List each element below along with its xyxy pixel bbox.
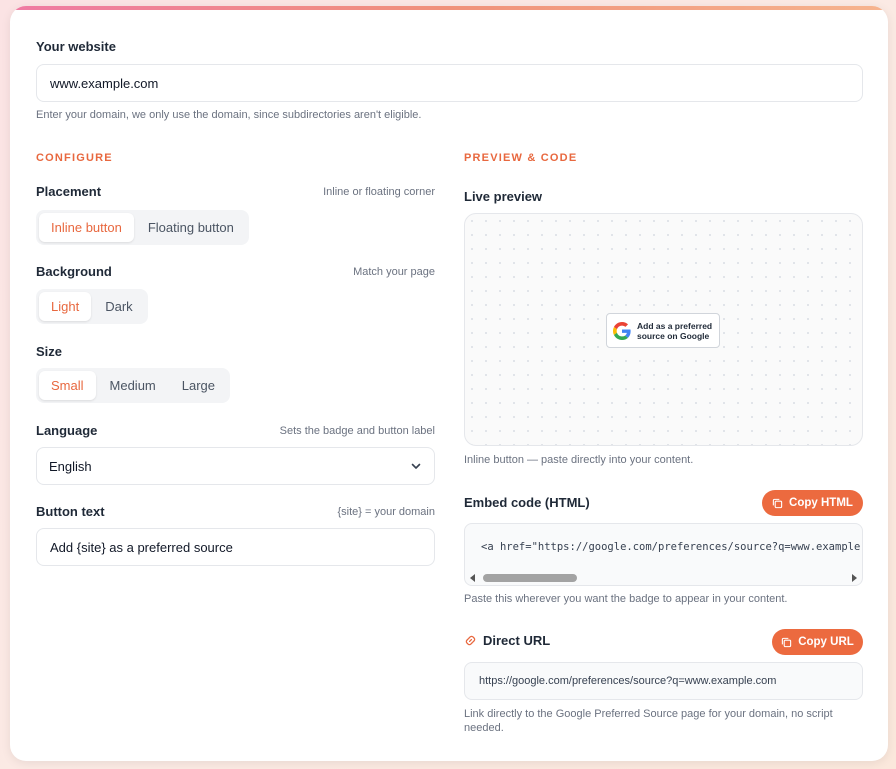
link-icon [464, 634, 477, 647]
copy-icon [781, 637, 792, 648]
badge-line-2: source on Google [637, 330, 710, 341]
copy-html-label: Copy HTML [789, 497, 853, 509]
background-light-button[interactable]: Light [39, 292, 92, 321]
website-input-value: www.example.com [50, 75, 159, 91]
button-text-header: Button text {site} = your domain [36, 504, 435, 519]
copy-url-label: Copy URL [798, 636, 854, 648]
button-text-input-value: Add {site} as a preferred source [50, 539, 233, 555]
embed-code-text: <a href="https://google.com/preferences/… [481, 541, 863, 553]
background-header: Background Match your page [36, 264, 435, 279]
chevron-down-icon [410, 460, 422, 472]
language-hint: Sets the badge and button label [279, 424, 435, 437]
direct-url-field[interactable]: https://google.com/preferences/source?q=… [464, 662, 863, 700]
direct-url-hint-line-1: Link directly to the Google Preferred So… [464, 708, 833, 720]
copy-icon [772, 498, 783, 509]
background-label: Background [36, 264, 112, 279]
direct-url-label: Direct URL [483, 633, 551, 648]
language-header: Language Sets the badge and button label [36, 423, 435, 438]
copy-html-button[interactable]: Copy HTML [762, 490, 863, 516]
placement-floating-button[interactable]: Floating button [136, 213, 246, 242]
embed-code-scrollbar[interactable] [465, 571, 862, 585]
size-segmented-control: Small Medium Large [36, 368, 231, 403]
direct-url-hint: Link directly to the Google Preferred So… [464, 707, 833, 735]
placement-inline-button[interactable]: Inline button [39, 213, 134, 242]
embed-code-box[interactable]: <a href="https://google.com/preferences/… [464, 523, 863, 586]
embed-code-label: Embed code (HTML) [464, 495, 590, 510]
website-label: Your website [36, 39, 116, 54]
size-small-button[interactable]: Small [39, 371, 96, 400]
direct-url-hint-line-2: needed. [464, 722, 504, 734]
scrollbar-thumb[interactable] [483, 574, 577, 582]
direct-url-header: Direct URL [464, 633, 550, 648]
button-text-input[interactable]: Add {site} as a preferred source [36, 528, 435, 566]
language-select[interactable]: English [36, 447, 435, 485]
size-medium-button[interactable]: Medium [98, 371, 168, 400]
placement-header: Placement Inline or floating corner [36, 184, 435, 199]
website-input[interactable]: www.example.com [36, 64, 863, 102]
direct-url-value: https://google.com/preferences/source?q=… [479, 675, 777, 687]
placement-label: Placement [36, 184, 102, 199]
language-select-value: English [49, 458, 92, 474]
configure-section-title: CONFIGURE [36, 152, 113, 164]
preview-section-title: PREVIEW & CODE [464, 152, 578, 164]
widget-builder-card: Your website www.example.com Enter your … [10, 6, 888, 761]
scroll-right-arrow-icon[interactable] [852, 574, 857, 582]
scroll-left-arrow-icon[interactable] [470, 574, 475, 582]
website-hint: Enter your domain, we only use the domai… [36, 109, 422, 121]
background-hint: Match your page [353, 265, 435, 278]
preferred-source-badge[interactable]: Add as a preferred source on Google [606, 313, 720, 348]
preview-caption: Inline button — paste directly into your… [464, 454, 694, 466]
google-g-icon [613, 321, 631, 340]
size-label: Size [36, 344, 63, 359]
embed-code-hint: Paste this wherever you want the badge t… [464, 593, 788, 605]
placement-segmented-control: Inline button Floating button [36, 210, 249, 245]
live-preview-label: Live preview [464, 189, 543, 204]
background-segmented-control: Light Dark [36, 289, 148, 324]
size-large-button[interactable]: Large [170, 371, 227, 400]
live-preview-area: Add as a preferred source on Google [464, 213, 863, 446]
button-text-hint: {site} = your domain [337, 505, 435, 518]
copy-url-button[interactable]: Copy URL [772, 629, 863, 655]
gradient-top-bar [10, 6, 888, 10]
button-text-label: Button text [36, 504, 105, 519]
background-dark-button[interactable]: Dark [93, 292, 144, 321]
placement-hint: Inline or floating corner [323, 185, 435, 198]
badge-line-1: Add as a preferred [637, 320, 713, 331]
language-label: Language [36, 423, 98, 438]
